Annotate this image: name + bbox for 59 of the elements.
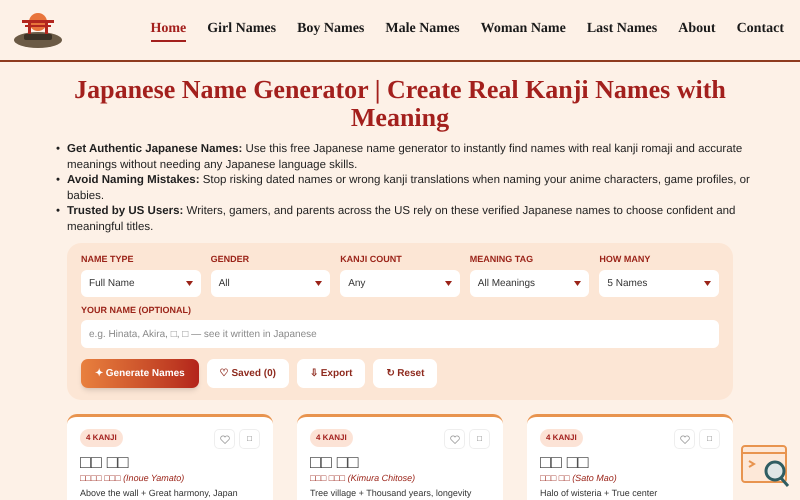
bullet-text: Get Authentic Japanese Names: Use this free Japanese name generator to instantly find names with real kanji romaji and accurate meanings without needing any Japanese language skills. xyxy=(67,142,744,172)
name-reading: □□□ □□□ (Kimura Chitose) xyxy=(310,473,416,484)
caret-icon xyxy=(574,280,582,286)
kanji-count-badge: 4 KANJI xyxy=(310,429,353,447)
name-input-field[interactable]: e.g. Hinata, Akira, □, □ — see it written in Japanese xyxy=(81,320,719,348)
select-field[interactable]: Any xyxy=(340,270,460,296)
nav-link[interactable]: About xyxy=(678,18,716,42)
name-meaning: Above the wall + Great harmony, Japan xyxy=(80,488,239,499)
name-meaning: Halo of wisteria + True center xyxy=(540,488,658,499)
kanji-name: □□ □□ xyxy=(310,451,360,473)
copy-button[interactable]: □ xyxy=(239,429,260,449)
favorite-button[interactable] xyxy=(214,429,235,449)
field-label: GENDER xyxy=(210,253,250,266)
name-reading: □□□ □□ (Sato Mao) xyxy=(540,473,618,484)
kanji-name: □□ □□ xyxy=(80,451,130,473)
select-field[interactable]: 5 Names xyxy=(599,270,719,296)
action-button[interactable]: ⇩ Export xyxy=(296,359,366,388)
heart-icon xyxy=(450,434,460,444)
action-button[interactable]: ♡ Saved (0) xyxy=(206,359,289,388)
heart-icon xyxy=(220,434,230,444)
bullet-marker: • xyxy=(56,204,60,219)
bullet-text: Trusted by US Users: Writers, gamers, and parents across the US rely on these verified Japanese names to choose confident and meaningful titles. xyxy=(67,204,736,234)
field-label: NAME TYPE xyxy=(81,253,135,266)
select-field[interactable]: All Meanings xyxy=(470,270,590,296)
kanji-count-badge: 4 KANJI xyxy=(80,429,123,447)
kanji-name: □□ □□ xyxy=(540,451,590,473)
action-button[interactable]: ↻ Reset xyxy=(373,359,438,388)
favorite-button[interactable] xyxy=(674,429,695,449)
select-field[interactable]: All xyxy=(210,270,330,296)
torii-logo-icon[interactable] xyxy=(12,10,64,50)
nav-link[interactable]: Last Names xyxy=(586,18,658,42)
copy-button[interactable]: □ xyxy=(469,429,490,449)
heart-icon xyxy=(680,434,690,444)
nav-link[interactable]: Male Names xyxy=(385,18,460,42)
nav-link[interactable]: Contact xyxy=(736,18,784,42)
copy-button[interactable]: □ xyxy=(699,429,720,449)
nav-link[interactable]: Girl Names xyxy=(207,18,276,42)
favorite-button[interactable] xyxy=(444,429,465,449)
caret-icon xyxy=(315,280,322,286)
page-title: Japanese Name Generator | Create Real Kanji Names with Meaning xyxy=(73,76,727,132)
caret-icon xyxy=(444,280,452,286)
code-search-icon[interactable] xyxy=(741,445,791,489)
caret-icon xyxy=(704,280,711,286)
kanji-count-badge: 4 KANJI xyxy=(540,429,583,447)
nav-link[interactable]: Home xyxy=(150,18,186,42)
field-label: KANJI COUNT xyxy=(340,253,403,266)
bullet-marker: • xyxy=(56,142,60,157)
bullet-text: Avoid Naming Mistakes: Stop risking dated names or wrong kanji translations when naming your anime characters, game profiles, or babies. xyxy=(67,173,750,204)
caret-icon xyxy=(186,280,193,286)
name-meaning: Tree village + Thousand years, longevity xyxy=(310,488,472,499)
nav-link[interactable]: Boy Names xyxy=(297,18,364,42)
action-button[interactable]: ✦ Generate Names xyxy=(81,359,199,388)
field-label: HOW MANY xyxy=(599,253,652,266)
field-label: YOUR NAME (OPTIONAL) xyxy=(81,304,192,317)
nav-link[interactable]: Woman Name xyxy=(480,18,566,42)
select-field[interactable]: Full Name xyxy=(81,270,201,296)
bullet-marker: • xyxy=(56,173,60,188)
field-label: MEANING TAG xyxy=(470,253,534,266)
name-reading: □□□□ □□□ (Inoue Yamato) xyxy=(80,473,186,484)
